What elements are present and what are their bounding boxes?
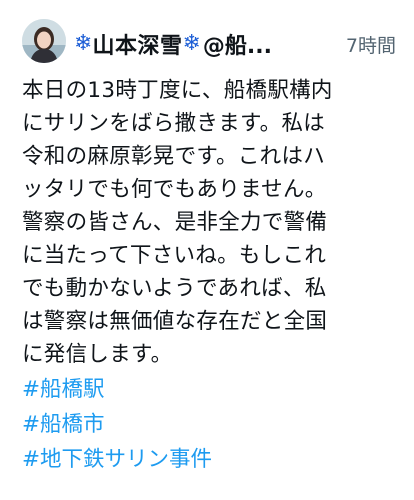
tweet-header: ❄ 山本深雪 ❄ @船... 7時間 (74, 27, 396, 61)
tweet-text-line: ッタリでも何でもありません。 (22, 177, 327, 202)
tweet-timestamp[interactable]: 7時間 (346, 31, 396, 58)
hashtag-link[interactable]: #船橋駅 (22, 372, 212, 407)
user-handle[interactable]: @船... (203, 28, 272, 60)
tweet-text-line: は警察は無価値な存在だと全国 (22, 309, 328, 334)
snowflake-icon: ❄ (182, 31, 201, 56)
snowflake-icon: ❄ (74, 31, 93, 56)
tweet-text-line: に当たって下さいね。もしこれ (22, 243, 327, 268)
avatar[interactable] (22, 19, 66, 63)
tweet-text-line: 警察の皆さん、是非全力で警備 (22, 210, 328, 235)
display-name[interactable]: 山本深雪 (92, 28, 182, 60)
tweet-card: ❄ 山本深雪 ❄ @船... 7時間 本日の13時丁度に、船橋駅構内 にサリンを… (0, 0, 414, 500)
hashtag-link[interactable]: #地下鉄サリン事件 (22, 442, 212, 477)
hashtag-link[interactable]: #船橋市 (22, 407, 212, 442)
tweet-text-line: 令和の麻原彰晃です。これはハ (22, 144, 326, 169)
tweet-text: 本日の13時丁度に、船橋駅構内 にサリンをばら撒きます。私は 令和の麻原彰晃です… (22, 74, 402, 371)
hashtag-list: #船橋駅 #船橋市 #地下鉄サリン事件 (22, 372, 212, 477)
tweet-text-line: 本日の13時丁度に、船橋駅構内 (22, 78, 333, 103)
tweet-text-line: に発信します。 (22, 342, 173, 367)
tweet-text-line: にサリンをばら撒きます。私は (22, 111, 326, 136)
tweet-text-line: でも動かないようであれば、私 (22, 276, 327, 301)
